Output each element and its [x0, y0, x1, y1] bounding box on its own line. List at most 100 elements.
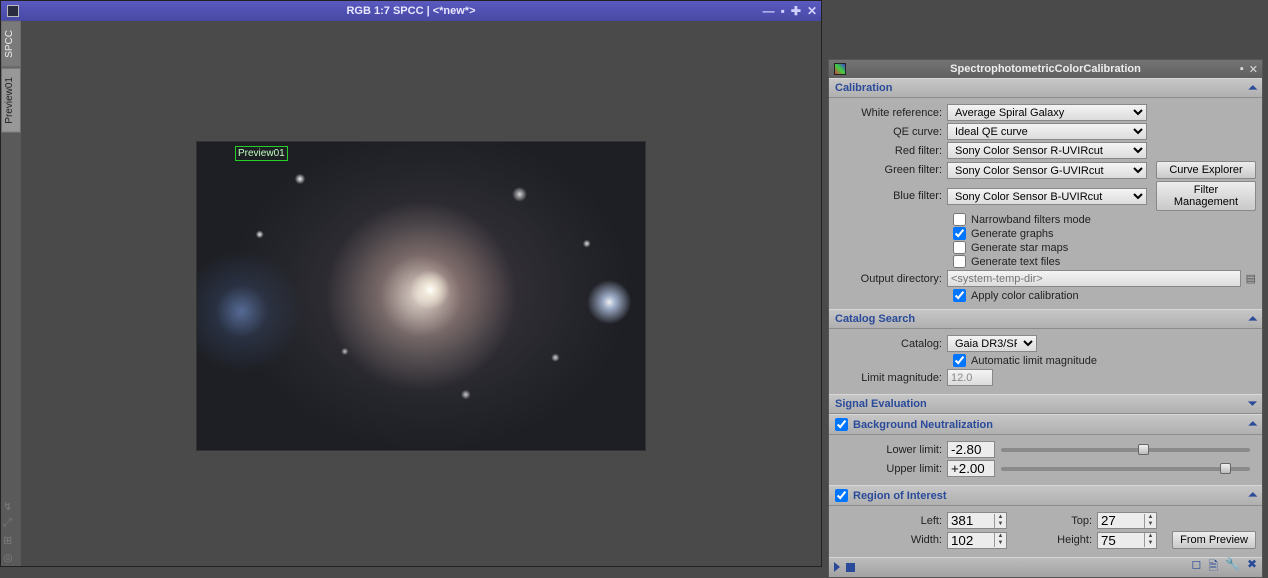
roi-width-input[interactable]: ▲▼ [947, 532, 1007, 549]
window-icon [7, 5, 19, 17]
output-dir-input[interactable] [947, 270, 1241, 287]
process-titlebar[interactable]: SpectrophotometricColorCalibration ▪ ✕ [829, 60, 1262, 78]
step-down-icon[interactable]: ▼ [995, 540, 1006, 547]
close-icon[interactable]: ✕ [1249, 63, 1258, 76]
section-calibration[interactable]: Calibration ⏶ [829, 78, 1262, 98]
step-up-icon[interactable]: ▲ [995, 514, 1006, 521]
generate-star-maps-label: Generate star maps [971, 242, 1068, 254]
section-signal-eval-label: Signal Evaluation [835, 398, 927, 410]
section-bg-neut-label: Background Neutralization [853, 419, 993, 431]
collapse-icon[interactable]: ⏶ [1248, 489, 1257, 502]
lower-limit-input[interactable] [947, 441, 995, 458]
new-instance-icon[interactable]: ◻ [1191, 557, 1201, 578]
image-titlebar[interactable]: RGB 1:7 SPCC | <*new*> — ▪ ✚ ✕ [1, 1, 821, 21]
roi-top-label: Top: [1007, 515, 1097, 527]
apply-calibration-label: Apply color calibration [971, 290, 1079, 302]
catalog-label: Catalog: [835, 338, 947, 350]
section-roi-label: Region of Interest [853, 490, 947, 502]
spcc-process-window: SpectrophotometricColorCalibration ▪ ✕ C… [828, 59, 1263, 578]
step-down-icon[interactable]: ▼ [1145, 540, 1156, 547]
bg-neut-body: Lower limit: Upper limit: [829, 435, 1262, 485]
limit-mag-label: Limit magnitude: [835, 372, 947, 384]
tool-icon-1[interactable]: ↯ [3, 500, 19, 513]
collapse-icon[interactable]: ⏶ [1248, 418, 1257, 431]
red-filter-select[interactable]: Sony Color Sensor R-UVIRcut [947, 142, 1147, 159]
catalog-body: Catalog: Gaia DR3/SP Automatic limit mag… [829, 329, 1262, 394]
generate-graphs-checkbox[interactable] [953, 227, 966, 240]
blue-filter-select[interactable]: Sony Color Sensor B-UVIRcut [947, 188, 1147, 205]
roi-checkbox[interactable] [835, 489, 848, 502]
red-filter-label: Red filter: [835, 145, 947, 157]
section-catalog[interactable]: Catalog Search ⏶ [829, 309, 1262, 329]
step-up-icon[interactable]: ▲ [1145, 514, 1156, 521]
output-dir-label: Output directory: [835, 273, 947, 285]
calibration-body: White reference: Average Spiral Galaxy Q… [829, 98, 1262, 309]
section-roi[interactable]: Region of Interest ⏶ [829, 485, 1262, 506]
process-icon [834, 63, 846, 75]
auto-limit-mag-checkbox[interactable] [953, 354, 966, 367]
doc-icon[interactable]: 🗎 [1208, 557, 1218, 578]
shade-icon[interactable]: ▪ [781, 4, 785, 18]
nebula-image: Preview01 [196, 141, 646, 451]
generate-graphs-label: Generate graphs [971, 228, 1054, 240]
maximize-icon[interactable]: ✚ [791, 4, 801, 18]
roi-body: Left: ▲▼ Top: ▲▼ Width: ▲▼ Height: ▲▼ Fr… [829, 506, 1262, 557]
upper-limit-label: Upper limit: [835, 463, 947, 475]
minimize-icon[interactable]: — [763, 4, 775, 18]
reset-icon[interactable]: 🔧 [1225, 557, 1240, 578]
upper-limit-slider[interactable] [1001, 467, 1250, 471]
browse-folder-icon[interactable]: ▤ [1246, 272, 1256, 285]
filter-management-button[interactable]: Filter Management [1156, 181, 1256, 211]
limit-mag-input [947, 369, 993, 386]
white-reference-select[interactable]: Average Spiral Galaxy [947, 104, 1147, 121]
narrowband-checkbox[interactable] [953, 213, 966, 226]
image-canvas[interactable]: Preview01 [21, 21, 821, 546]
generate-star-maps-checkbox[interactable] [953, 241, 966, 254]
preview-marker[interactable]: Preview01 [235, 146, 288, 161]
tool-icon-4[interactable]: ◎ [3, 551, 19, 564]
shade-icon[interactable]: ▪ [1240, 63, 1244, 76]
catalog-select[interactable]: Gaia DR3/SP [947, 335, 1037, 352]
qe-curve-select[interactable]: Ideal QE curve [947, 123, 1147, 140]
section-calibration-label: Calibration [835, 82, 892, 94]
roi-top-input[interactable]: ▲▼ [1097, 512, 1157, 529]
image-title: RGB 1:7 SPCC | <*new*> [346, 5, 475, 17]
process-title: SpectrophotometricColorCalibration [950, 63, 1141, 75]
step-down-icon[interactable]: ▼ [1145, 521, 1156, 528]
step-up-icon[interactable]: ▲ [995, 533, 1006, 540]
section-signal-eval[interactable]: Signal Evaluation ⏷ [829, 394, 1262, 414]
step-up-icon[interactable]: ▲ [1145, 533, 1156, 540]
roi-width-label: Width: [835, 534, 947, 546]
apply-global-icon[interactable] [846, 561, 855, 575]
section-bg-neut[interactable]: Background Neutralization ⏶ [829, 414, 1262, 435]
roi-height-label: Height: [1007, 534, 1097, 546]
generate-text-files-checkbox[interactable] [953, 255, 966, 268]
tool-icon-3[interactable]: ⊞ [3, 534, 19, 547]
blue-filter-label: Blue filter: [835, 190, 947, 202]
bg-neut-checkbox[interactable] [835, 418, 848, 431]
lower-limit-slider[interactable] [1001, 448, 1250, 452]
green-filter-select[interactable]: Sony Color Sensor G-UVIRcut [947, 162, 1147, 179]
from-preview-button[interactable]: From Preview [1172, 531, 1256, 549]
white-reference-label: White reference: [835, 107, 947, 119]
tab-preview01[interactable]: Preview01 [1, 68, 21, 133]
roi-height-input[interactable]: ▲▼ [1097, 532, 1157, 549]
tool-icon-2[interactable]: ⤢ [3, 517, 19, 530]
section-catalog-label: Catalog Search [835, 313, 915, 325]
curve-explorer-button[interactable]: Curve Explorer [1156, 161, 1256, 179]
roi-left-input[interactable]: ▲▼ [947, 512, 1007, 529]
collapse-icon[interactable]: ⏶ [1248, 82, 1257, 95]
green-filter-label: Green filter: [835, 164, 947, 176]
auto-limit-mag-label: Automatic limit magnitude [971, 355, 1097, 367]
step-down-icon[interactable]: ▼ [995, 521, 1006, 528]
tab-spcc[interactable]: SPCC [1, 21, 21, 67]
apply-calibration-checkbox[interactable] [953, 289, 966, 302]
narrowband-label: Narrowband filters mode [971, 214, 1091, 226]
preview-tabs: SPCC Preview01 [1, 21, 21, 566]
collapse-icon[interactable]: ⏶ [1248, 313, 1257, 326]
upper-limit-input[interactable] [947, 460, 995, 477]
cancel-icon[interactable]: ✖ [1247, 557, 1257, 578]
apply-icon[interactable] [834, 561, 840, 575]
expand-icon[interactable]: ⏷ [1248, 398, 1257, 411]
close-icon[interactable]: ✕ [807, 4, 817, 18]
